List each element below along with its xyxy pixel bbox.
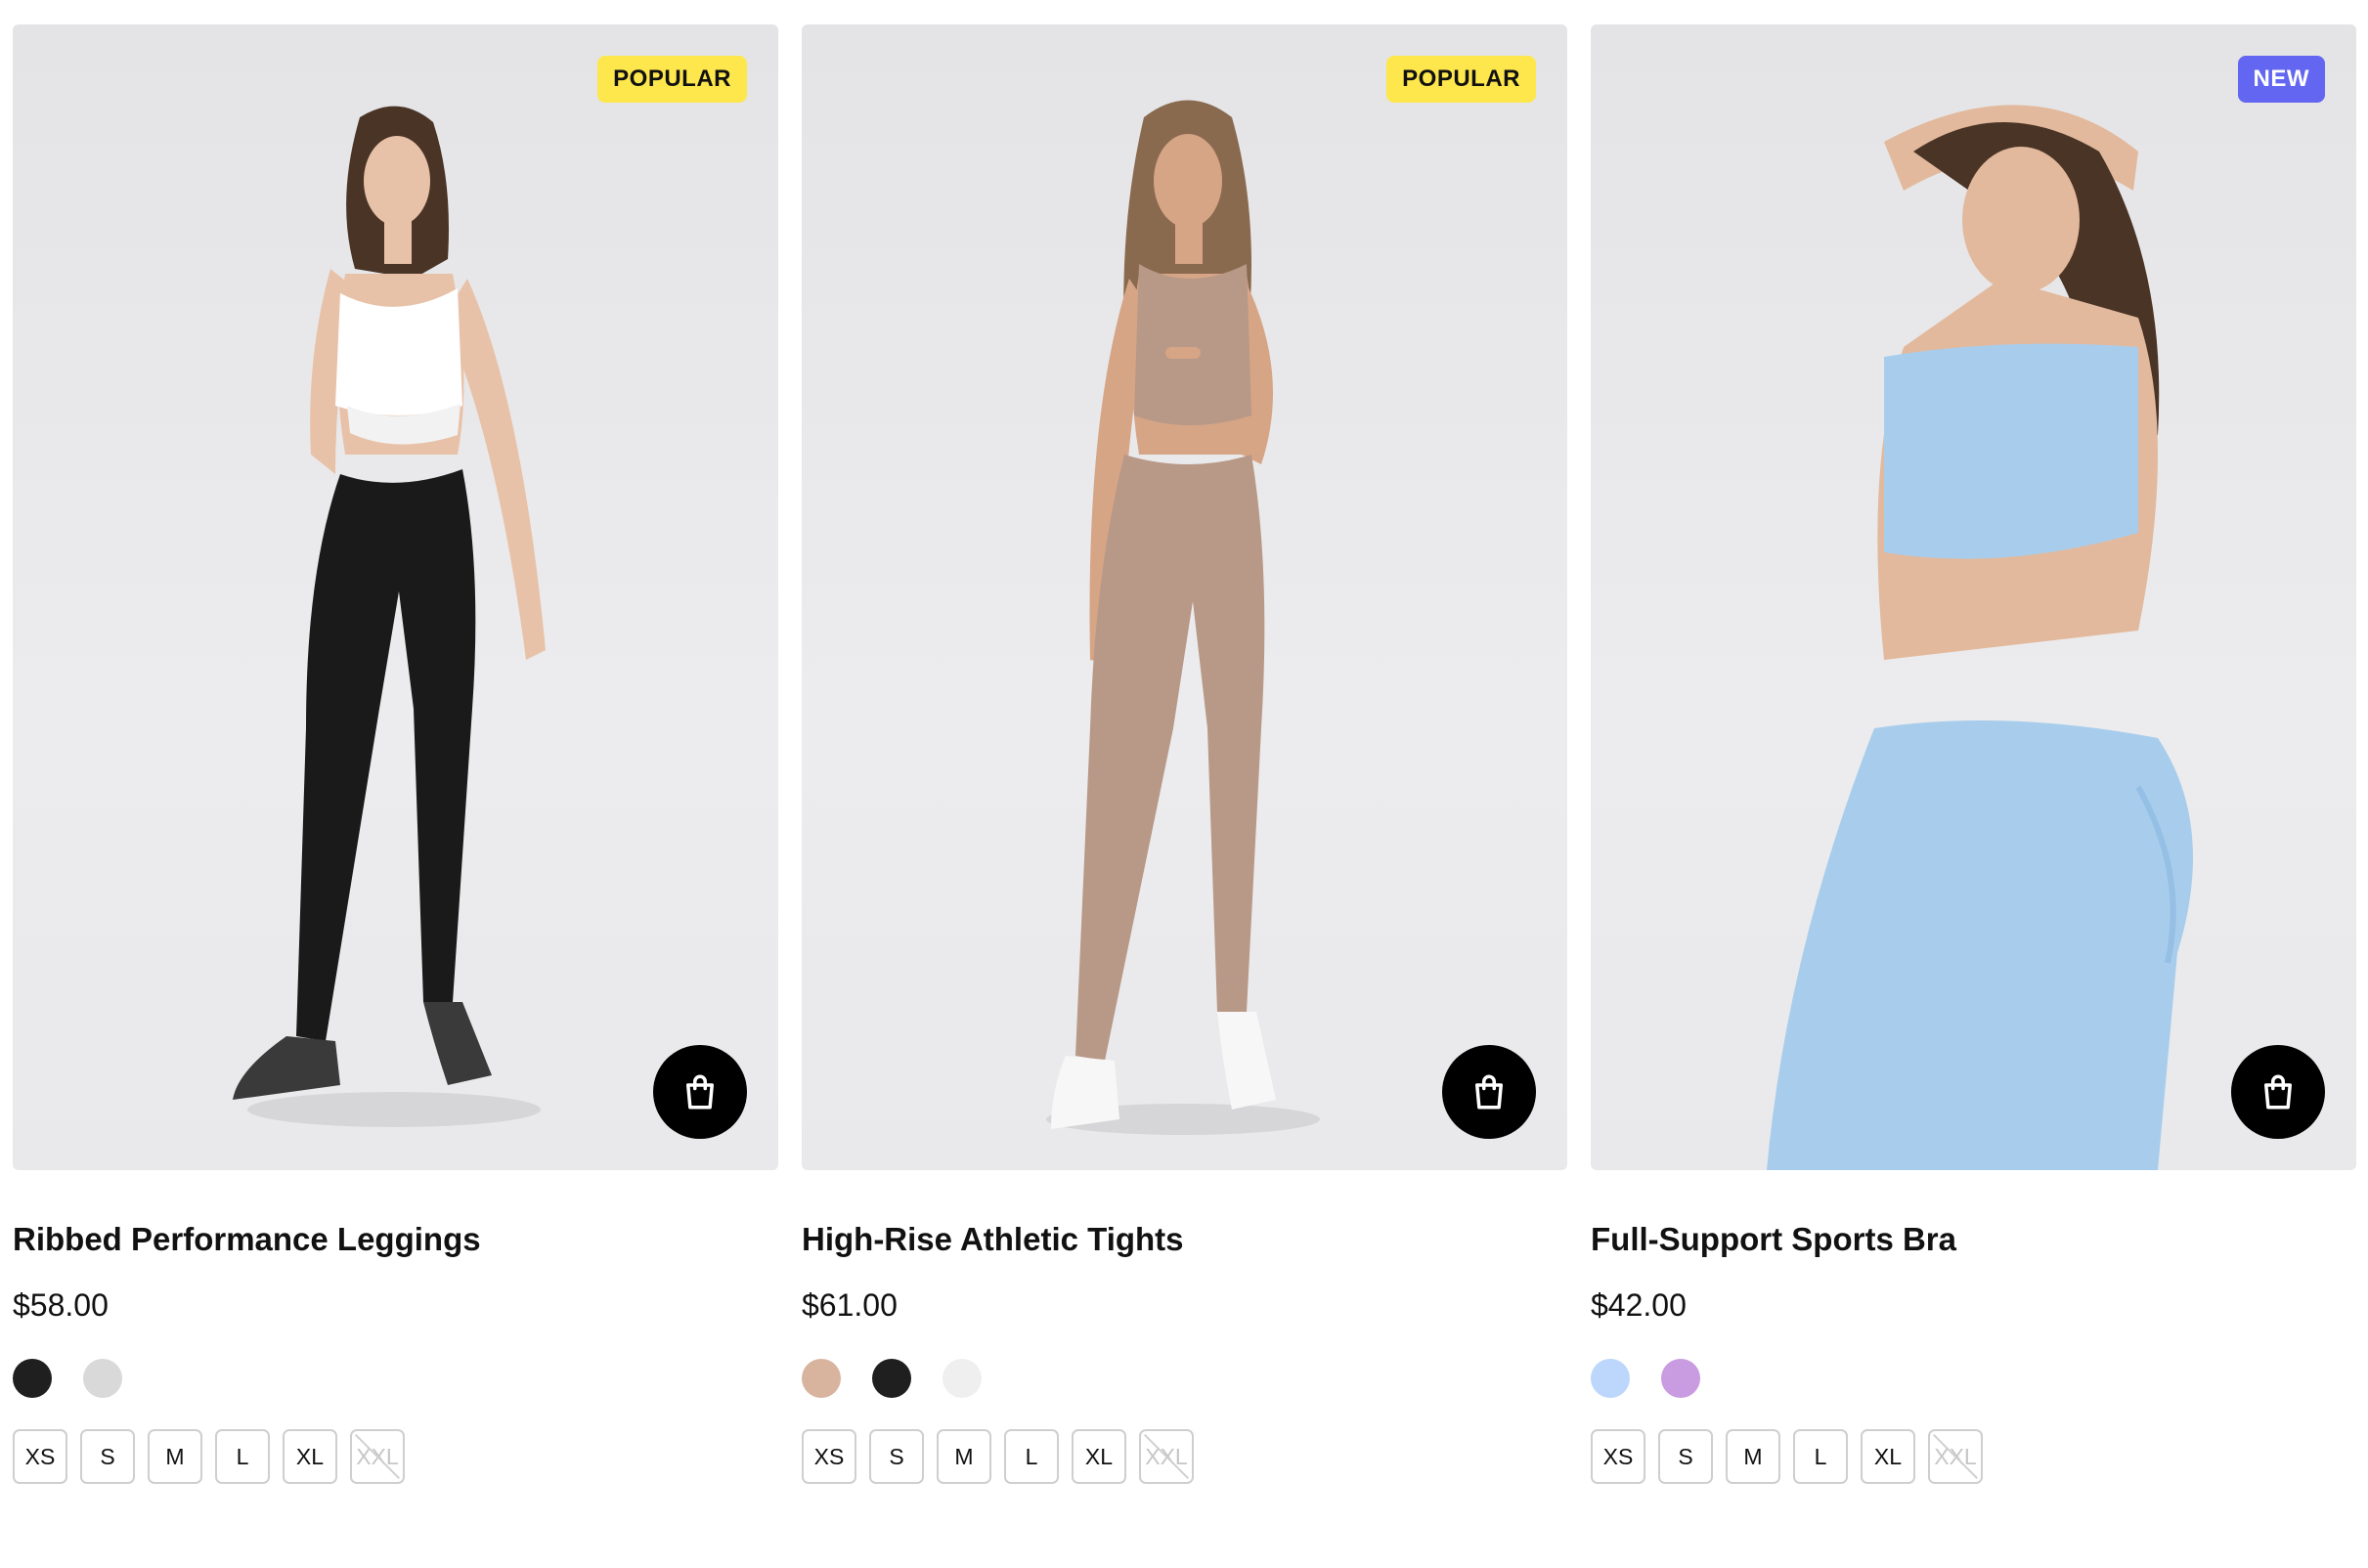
product-title[interactable]: Full-Support Sports Bra [1591, 1221, 2356, 1258]
color-swatch-tan[interactable] [802, 1359, 841, 1398]
size-option-xs[interactable]: XS [13, 1429, 67, 1484]
size-options: XS S M L XL XXL [802, 1429, 1567, 1484]
badge-popular: POPULAR [1386, 56, 1536, 103]
shopping-bag-icon [2264, 1074, 2292, 1110]
product-card[interactable]: NEW Full-Support Sports Bra $42.00 XS S … [1591, 24, 2356, 1484]
size-option-m[interactable]: M [937, 1429, 991, 1484]
color-swatch-light-blue[interactable] [1591, 1359, 1630, 1398]
size-option-xs[interactable]: XS [802, 1429, 856, 1484]
size-option-l[interactable]: L [1004, 1429, 1059, 1484]
size-option-m[interactable]: M [148, 1429, 202, 1484]
color-swatch-light-gray[interactable] [83, 1359, 122, 1398]
model-photo [1767, 105, 2193, 1170]
product-price: $42.00 [1591, 1287, 1687, 1323]
product-price: $58.00 [13, 1287, 109, 1323]
size-option-s[interactable]: S [869, 1429, 924, 1484]
add-to-cart-button[interactable] [653, 1045, 747, 1139]
product-card[interactable]: POPULAR High-Rise Athletic Tights $61.00… [802, 24, 1567, 1484]
size-option-l[interactable]: L [215, 1429, 270, 1484]
size-options: XS S M L XL XXL [13, 1429, 778, 1484]
color-swatches [802, 1359, 1567, 1398]
product-price: $61.00 [802, 1287, 898, 1323]
product-grid: POPULAR Ribbed Performance Leggings $58.… [13, 24, 2356, 1484]
size-option-xl[interactable]: XL [1861, 1429, 1915, 1484]
add-to-cart-button[interactable] [1442, 1045, 1536, 1139]
badge-new: NEW [2237, 56, 2325, 103]
shopping-bag-icon [686, 1074, 714, 1110]
add-to-cart-button[interactable] [2231, 1045, 2325, 1139]
model-photo [1046, 100, 1320, 1135]
color-swatches [1591, 1359, 2356, 1398]
color-swatch-black[interactable] [13, 1359, 52, 1398]
size-option-xl[interactable]: XL [1072, 1429, 1126, 1484]
product-title[interactable]: Ribbed Performance Leggings [13, 1221, 778, 1258]
size-option-xxl-unavailable: XXL [1928, 1429, 1983, 1484]
product-card[interactable]: POPULAR Ribbed Performance Leggings $58.… [13, 24, 778, 1484]
color-swatch-white[interactable] [943, 1359, 982, 1398]
product-image[interactable]: POPULAR [802, 24, 1567, 1170]
size-option-xs[interactable]: XS [1591, 1429, 1645, 1484]
product-image[interactable]: POPULAR [13, 24, 778, 1170]
shopping-bag-icon [1475, 1074, 1503, 1110]
product-image[interactable]: NEW [1591, 24, 2356, 1170]
size-option-xl[interactable]: XL [283, 1429, 337, 1484]
color-swatch-black[interactable] [872, 1359, 911, 1398]
strike-through-icon [1933, 1434, 1978, 1479]
size-option-s[interactable]: S [1658, 1429, 1713, 1484]
size-option-l[interactable]: L [1793, 1429, 1848, 1484]
badge-popular: POPULAR [597, 56, 747, 103]
size-options: XS S M L XL XXL [1591, 1429, 2356, 1484]
strike-through-icon [355, 1434, 400, 1479]
color-swatch-lilac[interactable] [1661, 1359, 1700, 1398]
strike-through-icon [1144, 1434, 1189, 1479]
size-option-s[interactable]: S [80, 1429, 135, 1484]
size-option-xxl-unavailable: XXL [1139, 1429, 1194, 1484]
size-option-m[interactable]: M [1726, 1429, 1780, 1484]
size-option-xxl-unavailable: XXL [350, 1429, 405, 1484]
model-photo [233, 106, 546, 1127]
product-title[interactable]: High-Rise Athletic Tights [802, 1221, 1567, 1258]
color-swatches [13, 1359, 778, 1398]
